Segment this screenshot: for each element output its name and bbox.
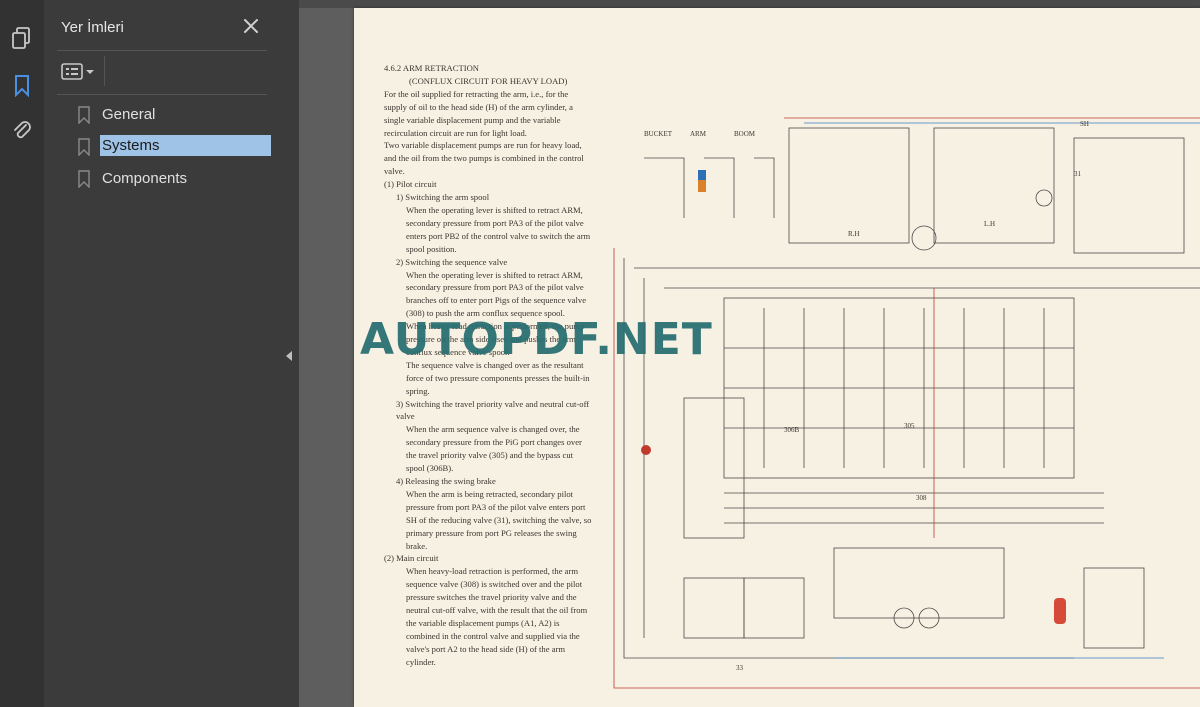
- divider: [57, 94, 267, 95]
- diagram-label: 308: [916, 494, 927, 502]
- diagram-label: BUCKET: [644, 130, 673, 138]
- bookmarks-panel: Yer İmleri General Systems Components: [44, 0, 280, 707]
- bookmark-item-systems[interactable]: Systems: [74, 133, 274, 161]
- bookmark-icon[interactable]: [6, 70, 38, 102]
- diagram-label: 305: [904, 422, 915, 430]
- bookmark-item-components[interactable]: Components: [74, 165, 274, 193]
- bookmark-label: Systems: [100, 135, 271, 156]
- paragraph: (2) Main circuit: [384, 553, 439, 564]
- paragraph-list: For the oil supplied for retracting the …: [384, 88, 592, 669]
- bookmark-icon: [78, 106, 90, 124]
- viewport-top-edge: [299, 0, 1200, 8]
- panel-title: Yer İmleri: [61, 19, 124, 36]
- paragraph: When the operating lever is shifted to r…: [406, 204, 591, 254]
- pages-icon[interactable]: [6, 22, 38, 54]
- paragraph: Two variable displacement pumps are run …: [384, 140, 584, 177]
- watermark-text: AUTOPDF.NET: [360, 314, 713, 365]
- diagram-label: ARM: [690, 130, 707, 138]
- paragraph: When the arm sequence valve is changed o…: [406, 424, 582, 474]
- bookmark-icon: [78, 138, 90, 156]
- paragraph: When the operating lever is shifted to r…: [406, 269, 587, 319]
- section-heading: 4.6.2 ARM RETRACTION: [384, 63, 480, 73]
- navigation-rail: [0, 0, 44, 707]
- toolbar-separator: [104, 56, 105, 86]
- collapse-panel-icon[interactable]: [286, 351, 292, 361]
- close-icon[interactable]: [240, 15, 262, 37]
- document-viewport[interactable]: 4.6.2 ARM RETRACTION (CONFLUX CIRCUIT FO…: [299, 0, 1200, 707]
- diagram-label: BOOM: [734, 130, 756, 138]
- paragraph: When the arm is being retracted, seconda…: [406, 488, 592, 551]
- section-subheading: (CONFLUX CIRCUIT FOR HEAVY LOAD): [409, 75, 568, 86]
- diagram-label: L.H: [984, 220, 995, 228]
- diagram-label: R.H: [848, 230, 859, 238]
- paragraph: 4) Releasing the swing brake: [396, 476, 496, 486]
- paragraph: 2) Switching the sequence valve: [396, 256, 508, 267]
- paragraph: When heavy-load retraction is performed,…: [406, 566, 588, 667]
- diagram-label: SH: [1080, 120, 1089, 128]
- bookmark-label: General: [102, 106, 156, 123]
- bookmark-icon: [78, 170, 90, 188]
- paragraph: (1) Pilot circuit: [384, 179, 437, 190]
- hydraulic-circuit-diagram: BUCKET ARM BOOM R.H L.H 306B 305 308 SH …: [613, 117, 1200, 689]
- diagram-label: 306B: [784, 426, 800, 434]
- bookmark-item-general[interactable]: General: [74, 101, 274, 129]
- page-text-column: 4.6.2 ARM RETRACTION (CONFLUX CIRCUIT FO…: [384, 62, 592, 669]
- panel-collapse-strip: [280, 0, 299, 707]
- diagram-label: 33: [736, 664, 744, 672]
- diagram-label: 31: [1074, 170, 1082, 178]
- paragraph: 3) Switching the travel priority valve a…: [396, 398, 590, 422]
- paragraph: For the oil supplied for retracting the …: [384, 88, 573, 138]
- paragraph: 1) Switching the arm spool: [396, 192, 490, 203]
- divider: [57, 50, 267, 51]
- bookmark-label: Components: [102, 170, 188, 187]
- document-page: 4.6.2 ARM RETRACTION (CONFLUX CIRCUIT FO…: [354, 8, 1200, 707]
- options-menu-button[interactable]: [60, 60, 98, 84]
- attachment-icon[interactable]: [6, 114, 38, 146]
